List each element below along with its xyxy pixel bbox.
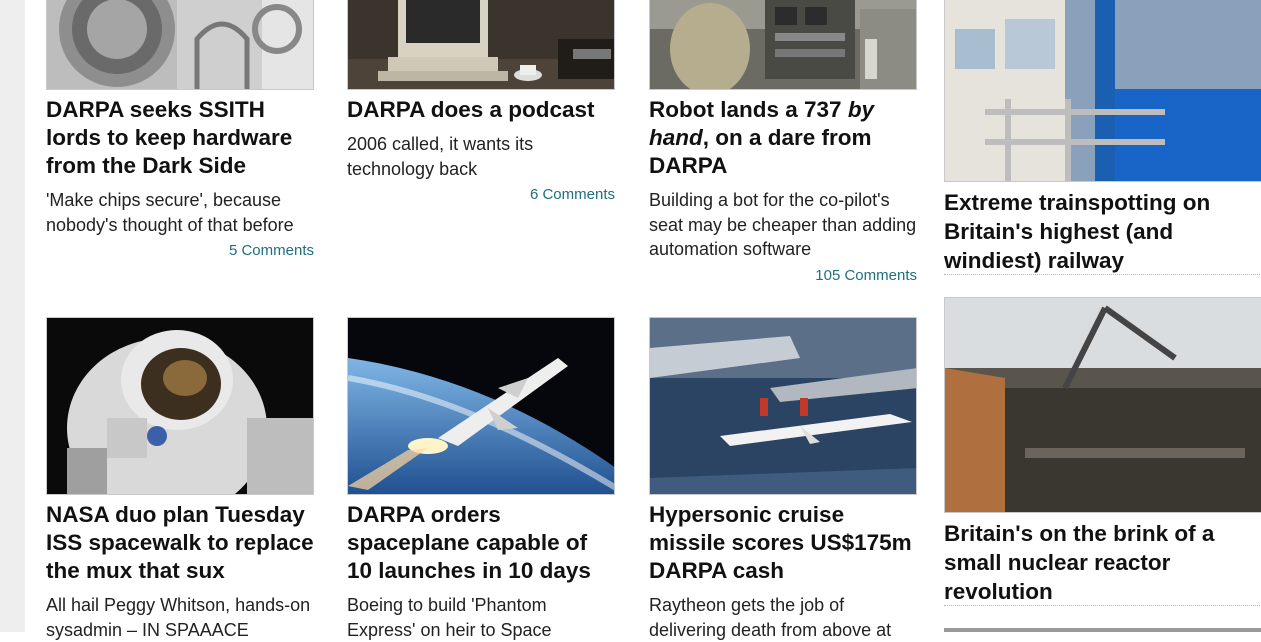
comments-link[interactable]: 105 Comments <box>649 267 917 284</box>
article-headline[interactable]: DARPA does a podcast <box>347 96 615 124</box>
article-standfirst: Boeing to build 'Phantom Express' on hei… <box>347 595 552 640</box>
sidebar-headline[interactable]: Britain's on the brink of a small nuclea… <box>944 519 1261 606</box>
left-gutter <box>0 0 25 632</box>
railway-carriage-image[interactable] <box>944 0 1261 182</box>
article-card-podcast: DARPA does a podcast 2006 called, it wan… <box>347 0 615 203</box>
comments-link[interactable]: 6 Comments <box>347 186 615 203</box>
article-card-hypersonic: Hypersonic cruise missile scores US$175m… <box>649 317 917 642</box>
article-standfirst: 2006 called, it wants its technology bac… <box>347 134 534 179</box>
next-sidebar-image[interactable] <box>944 628 1261 632</box>
sidebar-item-railway: Extreme trainspotting on Britain's highe… <box>944 0 1261 275</box>
article-standfirst: Raytheon gets the job of delivering deat… <box>649 595 892 640</box>
article-standfirst: Building a bot for the co-pilot's seat m… <box>649 190 917 259</box>
article-headline[interactable]: Hypersonic cruise missile scores US$175m… <box>649 501 917 585</box>
construction-site-image[interactable] <box>944 297 1261 513</box>
article-standfirst: All hail Peggy Whitson, hands-on sysadmi… <box>46 595 311 640</box>
article-headline[interactable]: Robot lands a 737 by hand, on a dare fro… <box>649 96 917 180</box>
spaceplane-image[interactable] <box>347 317 615 495</box>
sidebar-headline[interactable]: Extreme trainspotting on Britain's highe… <box>944 188 1261 275</box>
article-standfirst: 'Make chips secure', because nobody's th… <box>46 190 294 235</box>
retro-computer-image[interactable] <box>347 0 615 90</box>
vault-door-image[interactable] <box>46 0 314 90</box>
article-card-spaceplane: DARPA orders spaceplane capable of 10 la… <box>347 317 615 642</box>
headline-text: Robot lands a 737 <box>649 97 848 122</box>
sidebar-item-nuclear: Britain's on the brink of a small nuclea… <box>944 297 1261 606</box>
astronaut-image[interactable] <box>46 317 314 495</box>
sidebar-divider <box>944 605 1261 606</box>
article-card-robot-737: Robot lands a 737 by hand, on a dare fro… <box>649 0 917 284</box>
article-headline[interactable]: DARPA seeks SSITH lords to keep hardware… <box>46 96 314 180</box>
article-headline[interactable]: DARPA orders spaceplane capable of 10 la… <box>347 501 615 585</box>
article-card-ssith: DARPA seeks SSITH lords to keep hardware… <box>46 0 314 259</box>
missile-image[interactable] <box>649 317 917 495</box>
comments-link[interactable]: 5 Comments <box>46 242 314 259</box>
sidebar-divider <box>944 274 1261 275</box>
cockpit-image[interactable] <box>649 0 917 90</box>
article-card-nasa-spacewalk: NASA duo plan Tuesday ISS spacewalk to r… <box>46 317 314 642</box>
article-headline[interactable]: NASA duo plan Tuesday ISS spacewalk to r… <box>46 501 314 585</box>
